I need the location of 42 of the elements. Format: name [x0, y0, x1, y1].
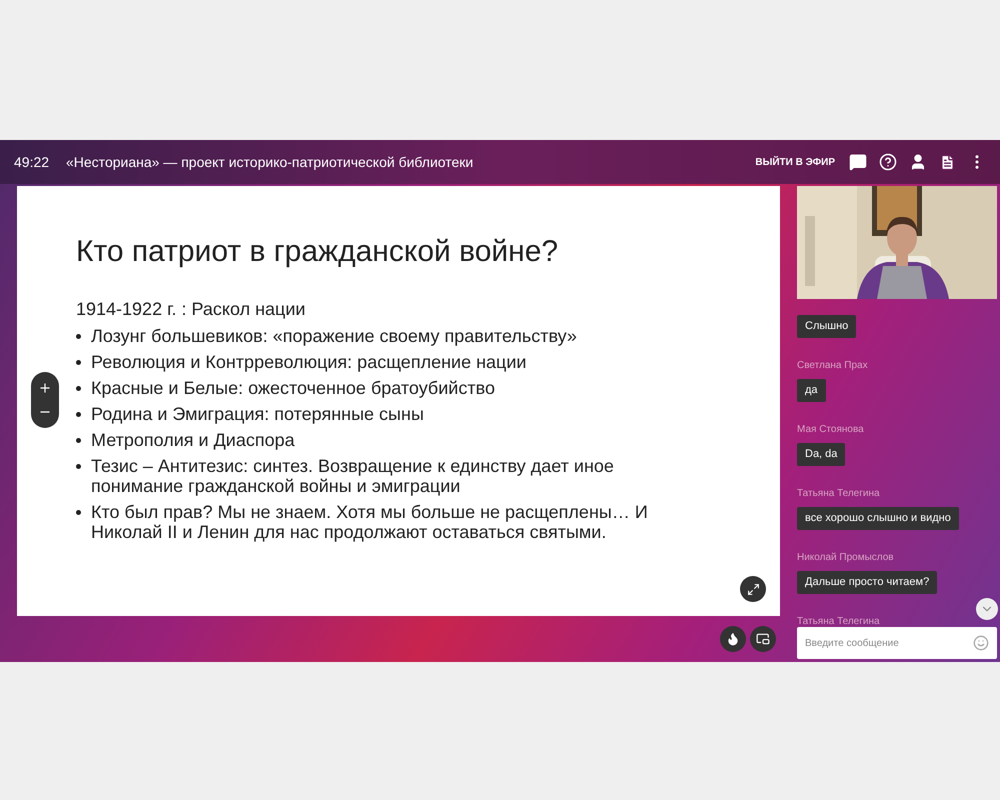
reaction-button[interactable]	[720, 626, 746, 652]
bullet-text: Тезис – Антитезис: синтез. Возвращение к единству дает иное понимание гражданской войны и эмиграции	[91, 456, 615, 496]
flame-icon	[726, 632, 740, 646]
author-name: Татьяна Телегина	[797, 616, 880, 628]
author-name: Светлана Прах	[797, 360, 868, 372]
chat-message: Da, da	[797, 443, 846, 466]
bullet-icon	[76, 334, 81, 339]
picture-in-picture-button[interactable]	[750, 626, 776, 652]
bullet-text: Лозунг большевиков: «поражение своему правительству»	[91, 326, 577, 346]
bullet-text: Революция и Контрреволюция: расщепление нации	[91, 352, 526, 372]
author-name: Мая Стоянова	[797, 424, 864, 436]
slide-subtitle: 1914-1922 г. : Раскол нации	[76, 298, 306, 320]
bullet-text: Кто был прав? Мы не знаем. Хотя мы больше не расщеплены… И Николай II и Ленин для нас продолжают оставаться святыми.	[91, 502, 649, 542]
zoom-in-icon[interactable]	[38, 381, 52, 395]
help-icon[interactable]	[879, 153, 897, 171]
timer: 49:22	[14, 152, 50, 172]
document-icon[interactable]	[939, 154, 956, 170]
scroll-down-button[interactable]	[976, 598, 998, 620]
bullet-icon	[76, 360, 81, 365]
bullet-icon	[76, 412, 81, 417]
chat-message: все хорошо слышно и видно	[797, 507, 959, 530]
bullet-text: Родина и Эмиграция: потерянные сыны	[91, 404, 424, 424]
window-title: «Несториана» — проект историко-патриотической библиотеки	[66, 152, 474, 172]
bullet-icon	[76, 510, 81, 515]
chat-message: Дальше просто читаем?	[797, 571, 938, 594]
slide-title: Кто патриот в гражданской войне?	[76, 234, 560, 270]
bullet-icon	[76, 438, 81, 443]
bullet-text: Метрополия и Диаспора	[91, 430, 295, 450]
picture-in-picture-icon	[756, 632, 770, 646]
message-field[interactable]: Введите сообщение	[797, 627, 997, 659]
bullet-icon	[76, 464, 81, 469]
expand-icon	[746, 582, 760, 596]
author-name: Николай Промыслов	[797, 552, 894, 564]
go-live-button[interactable]: ВЫЙТИ В ЭФИР	[755, 154, 835, 170]
chat-message: да	[797, 379, 826, 402]
fullscreen-button[interactable]	[740, 576, 766, 602]
bullet-text: Красные и Белые: ожесточенное братоубийство	[91, 378, 495, 398]
person-icon[interactable]	[909, 153, 927, 171]
chat-message: Слышно	[797, 315, 856, 338]
bullet-icon	[76, 386, 81, 391]
author-name: Татьяна Телегина	[797, 488, 880, 500]
chat-icon[interactable]	[849, 153, 867, 171]
